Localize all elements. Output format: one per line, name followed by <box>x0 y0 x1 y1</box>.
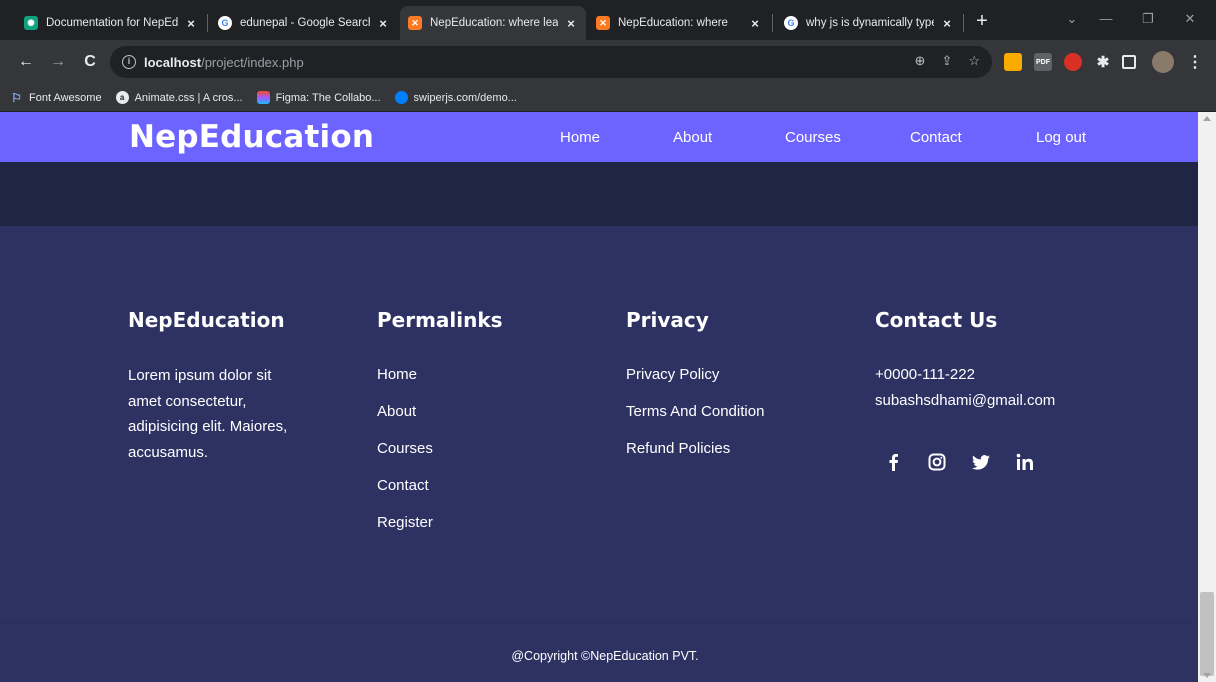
xampp-icon: ✕ <box>596 16 610 30</box>
browser-tab[interactable]: ✕ NepEducation: where × <box>588 6 770 40</box>
scroll-down-arrow-icon[interactable] <box>1203 673 1211 678</box>
tab-separator <box>772 14 773 32</box>
footer-link-about[interactable]: About <box>377 403 503 440</box>
contact-phone: +0000-111-222 <box>875 366 975 383</box>
footer-link-home[interactable]: Home <box>377 366 503 403</box>
google-icon: G <box>784 16 798 30</box>
footer-link-privacy-policy[interactable]: Privacy Policy <box>626 366 764 403</box>
dark-section-band <box>0 162 1198 226</box>
forward-arrow-icon[interactable]: → <box>48 52 68 72</box>
tab-title: NepEducation: where <box>618 17 728 29</box>
close-icon[interactable]: × <box>376 16 390 31</box>
bookmark-item[interactable]: Figma: The Collabo... <box>256 91 381 104</box>
footer-contact-column: Contact Us +0000-111-222 subashsdhami@gm… <box>875 308 1055 472</box>
browser-toolbar: ← → C i localhost /project/index.php ⊕ ⇪… <box>0 40 1216 84</box>
instagram-icon[interactable] <box>927 452 947 472</box>
reload-icon[interactable]: C <box>80 52 100 72</box>
footer-heading: Privacy <box>626 308 709 332</box>
contact-email[interactable]: subashsdhami@gmail.com <box>875 388 1055 414</box>
twitter-icon[interactable] <box>971 452 991 472</box>
minimize-icon[interactable]: — <box>1086 8 1126 30</box>
bookmarks-bar: ⚐ Font Awesome a Animate.css | A cros...… <box>0 84 1216 112</box>
footer-permalinks-column: Permalinks Home About Courses Contact Re… <box>377 308 503 551</box>
share-icon[interactable]: ⇪ <box>941 53 952 69</box>
figma-icon <box>256 91 270 104</box>
site-brand[interactable]: NepEducation <box>129 119 374 155</box>
footer-link-courses[interactable]: Courses <box>377 440 503 477</box>
extension-keep-icon[interactable] <box>1004 53 1022 71</box>
footer-link-register[interactable]: Register <box>377 514 503 551</box>
scroll-up-arrow-icon[interactable] <box>1203 116 1211 121</box>
footer-link-contact[interactable]: Contact <box>377 477 503 514</box>
tab-title: NepEducation: where lear <box>430 17 558 29</box>
extension-pdf-icon[interactable]: PDF <box>1034 53 1052 71</box>
copyright-text: @Copyright ©NepEducation PVT. <box>511 649 699 663</box>
browser-tab[interactable]: ✺ Documentation for NepEd × <box>16 6 206 40</box>
nav-link-about[interactable]: About <box>673 129 712 146</box>
tab-title: why js is dynamically type <box>806 17 934 29</box>
bookmark-label: Font Awesome <box>29 91 102 104</box>
linkedin-icon[interactable] <box>1015 452 1035 472</box>
swiper-icon <box>394 91 408 104</box>
menu-kebab-icon[interactable]: ⋮ <box>1186 53 1204 71</box>
browser-tab-strip: ✺ Documentation for NepEd × G edunepal -… <box>0 0 1216 40</box>
footer-heading: Contact Us <box>875 308 998 332</box>
tab-separator <box>207 14 208 32</box>
close-icon[interactable]: × <box>184 16 198 31</box>
bookmark-item[interactable]: a Animate.css | A cros... <box>115 91 243 104</box>
footer-about-column: NepEducation Lorem ipsum dolor sit amet … <box>128 308 308 465</box>
url-host: localhost <box>144 54 202 70</box>
footer-about-text: Lorem ipsum dolor sit amet consectetur, … <box>128 367 288 461</box>
footer-link-refund[interactable]: Refund Policies <box>626 440 764 477</box>
close-icon[interactable]: × <box>940 16 954 31</box>
close-window-icon[interactable]: ✕ <box>1170 8 1210 30</box>
gpt-icon: ✺ <box>24 16 38 30</box>
browser-tab[interactable]: G edunepal - Google Search × <box>210 6 398 40</box>
animate-icon: a <box>115 91 129 104</box>
browser-tab-active[interactable]: ✕ NepEducation: where lear × <box>400 6 586 40</box>
site-info-icon[interactable]: i <box>122 55 136 69</box>
bookmark-label: Animate.css | A cros... <box>134 91 243 104</box>
nav-link-home[interactable]: Home <box>560 129 600 146</box>
extension-adblock-icon[interactable] <box>1064 53 1082 71</box>
footer-heading: Permalinks <box>377 308 503 332</box>
social-links <box>875 452 1055 472</box>
new-tab-plus-icon[interactable]: + <box>972 11 992 32</box>
page-scrollbar[interactable] <box>1198 112 1216 682</box>
bookmark-item[interactable]: swiperjs.com/demo... <box>394 91 517 104</box>
back-arrow-icon[interactable]: ← <box>16 52 36 72</box>
url-path: /project/index.php <box>201 54 304 70</box>
bookmark-star-icon[interactable]: ☆ <box>968 53 980 69</box>
copyright-bar: @Copyright ©NepEducation PVT. <box>0 622 1198 682</box>
close-icon[interactable]: × <box>748 16 762 31</box>
bookmark-label: swiperjs.com/demo... <box>413 91 517 104</box>
footer-privacy-column: Privacy Privacy Policy Terms And Conditi… <box>626 308 764 477</box>
nav-link-courses[interactable]: Courses <box>785 129 841 146</box>
tab-separator <box>963 14 964 32</box>
footer-link-terms[interactable]: Terms And Condition <box>626 403 764 440</box>
browser-tab[interactable]: G why js is dynamically type × <box>776 6 962 40</box>
address-bar[interactable]: i localhost /project/index.php ⊕ ⇪ ☆ <box>110 46 992 78</box>
page-viewport: NepEducation Home About Courses Contact … <box>0 112 1198 682</box>
avatar[interactable] <box>1152 51 1174 73</box>
tab-title: Documentation for NepEd <box>46 17 178 29</box>
nav-link-contact[interactable]: Contact <box>910 129 962 146</box>
facebook-icon[interactable] <box>883 452 903 472</box>
close-icon[interactable]: × <box>564 16 578 31</box>
site-navbar: NepEducation Home About Courses Contact … <box>0 112 1198 162</box>
bookmark-item[interactable]: ⚐ Font Awesome <box>10 90 102 105</box>
scrollbar-thumb[interactable] <box>1200 592 1214 676</box>
google-icon: G <box>218 16 232 30</box>
nav-link-logout[interactable]: Log out <box>1036 129 1086 146</box>
side-panel-icon[interactable] <box>1122 55 1136 69</box>
restore-icon[interactable]: ❐ <box>1128 8 1168 30</box>
tab-title: edunepal - Google Search <box>240 17 370 29</box>
zoom-icon[interactable]: ⊕ <box>915 53 926 69</box>
extensions-puzzle-icon[interactable]: ✱ <box>1094 53 1112 71</box>
xampp-icon: ✕ <box>408 16 422 30</box>
bookmark-label: Figma: The Collabo... <box>275 91 381 104</box>
flag-icon: ⚐ <box>11 90 22 105</box>
footer-heading: NepEducation <box>128 308 285 332</box>
